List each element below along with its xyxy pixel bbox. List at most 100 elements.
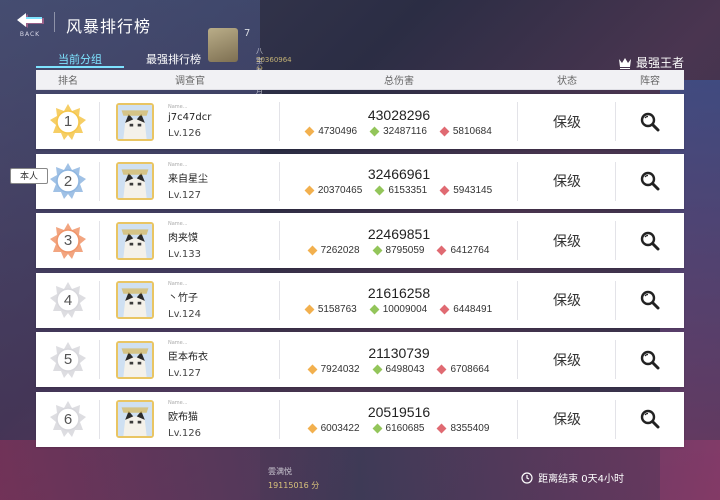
- character-portrait-icon: [118, 402, 152, 437]
- character-portrait-icon: [118, 223, 152, 258]
- investigator-cell[interactable]: Name... 丶竹子 Lv.124: [100, 273, 280, 328]
- rank-badge: 2: [48, 161, 88, 201]
- table-row: 3 Name... 肉夹馍 Lv.133 22469851 7262028 87…: [36, 213, 684, 269]
- view-lineup-button[interactable]: [616, 273, 684, 328]
- green-diamond-icon: [374, 185, 385, 196]
- player-name: 肉夹馍: [168, 233, 198, 245]
- rank-number: 2: [63, 172, 73, 190]
- orange-damage: 4730496: [304, 125, 358, 137]
- orange-damage-value: 7924032: [320, 363, 360, 375]
- magnifier-icon: [640, 112, 660, 131]
- table-row: 1 Name... j7c47dcr Lv.126 43028296 47304…: [36, 94, 684, 149]
- red-damage: 6448491: [439, 304, 492, 315]
- green-diamond-icon: [369, 126, 380, 136]
- green-damage: 6153351: [374, 185, 427, 196]
- status-cell: 保级: [518, 392, 616, 447]
- investigator-cell[interactable]: Name... 肉夹馍 Lv.133: [100, 213, 280, 268]
- green-damage-value: 8795059: [385, 244, 425, 256]
- red-damage-value: 5943145: [453, 185, 493, 197]
- avatar[interactable]: [116, 340, 154, 379]
- rank-badge: 6: [48, 399, 88, 439]
- red-diamond-icon: [437, 364, 447, 375]
- avatar[interactable]: [116, 162, 154, 201]
- orange-damage: 7924032: [307, 363, 360, 375]
- green-damage: 32487116: [369, 126, 427, 137]
- status-cell: 保级: [518, 213, 616, 268]
- green-damage-value: 10009004: [382, 304, 428, 316]
- player-name: j7c47dcr: [168, 112, 212, 123]
- tab-current-group[interactable]: 当前分组: [36, 48, 124, 68]
- investigator-cell[interactable]: Name... j7c47dcr Lv.126: [100, 94, 280, 149]
- name-label: Name...: [168, 280, 188, 287]
- character-portrait-icon: [118, 104, 152, 139]
- view-lineup-button[interactable]: [616, 154, 684, 209]
- strongest-king[interactable]: 最强王者: [618, 54, 684, 71]
- back-button[interactable]: BACK: [8, 6, 52, 42]
- total-damage: 22469851: [367, 225, 431, 242]
- rank-number: 3: [63, 232, 73, 250]
- total-damage: 32466961: [367, 166, 431, 183]
- red-damage-value: 6412764: [450, 244, 490, 256]
- orange-damage: 20370465: [304, 185, 362, 196]
- avatar[interactable]: [116, 221, 154, 260]
- player-level: Lv.126: [168, 427, 201, 439]
- orange-diamond-icon: [304, 304, 315, 315]
- orange-damage: 6003422: [307, 423, 360, 435]
- name-label: Name...: [168, 340, 188, 347]
- total-damage: 43028296: [367, 106, 431, 123]
- red-damage-value: 8355409: [450, 423, 490, 435]
- countdown-text: 距离结束 0天4小时: [538, 474, 624, 485]
- investigator-cell[interactable]: Name... 臣本布衣 Lv.127: [100, 332, 280, 387]
- investigator-cell[interactable]: Name... 欧布猫 Lv.126: [100, 392, 280, 447]
- red-diamond-icon: [437, 245, 447, 256]
- character-portrait-icon: [118, 164, 152, 199]
- view-lineup-button[interactable]: [616, 332, 684, 387]
- countdown: 距离结束 0天4小时: [521, 470, 624, 485]
- player-name: 雲满悦: [268, 467, 292, 476]
- green-diamond-icon: [369, 304, 380, 315]
- top-bar: BACK 风暴排行榜: [0, 0, 720, 44]
- player-name: 丶竹子: [168, 292, 198, 304]
- status-cell: 保级: [518, 94, 616, 149]
- investigator-cell[interactable]: Name... 来自星尘 Lv.127: [100, 154, 280, 209]
- back-arrow-icon: [17, 12, 44, 28]
- view-lineup-button[interactable]: [616, 94, 684, 149]
- tab-strongest-ranking[interactable]: 最强排行榜: [124, 48, 223, 68]
- player-level: Lv.127: [168, 368, 201, 380]
- magnifier-icon: [640, 410, 660, 429]
- view-lineup-button[interactable]: [616, 213, 684, 268]
- red-diamond-icon: [439, 185, 450, 196]
- avatar[interactable]: [116, 281, 154, 320]
- orange-damage-value: 4730496: [318, 125, 358, 137]
- red-diamond-icon: [439, 304, 450, 315]
- rank-cell: 6: [36, 392, 100, 447]
- damage-cell: 43028296 4730496 32487116 5810684: [280, 94, 518, 149]
- magnifier-icon: [640, 231, 660, 251]
- player-name: 来自星尘: [168, 173, 208, 185]
- name-label: Name...: [168, 221, 188, 228]
- tab-bar: 当前分组 最强排行榜: [36, 48, 223, 70]
- header-rank: 排名: [58, 76, 78, 87]
- header-status: 状态: [557, 76, 577, 87]
- red-damage: 5810684: [439, 125, 492, 137]
- green-diamond-icon: [372, 424, 382, 434]
- green-damage-value: 6498043: [385, 363, 425, 375]
- damage-cell: 22469851 7262028 8795059 6412764: [280, 213, 518, 268]
- view-lineup-button[interactable]: [616, 392, 684, 447]
- header-total-damage: 总伤害: [384, 76, 414, 87]
- green-diamond-icon: [372, 364, 382, 375]
- player-level: Lv.127: [168, 189, 201, 201]
- header-lineup: 阵容: [640, 76, 660, 87]
- avatar[interactable]: [116, 400, 154, 439]
- rank-cell: 4: [36, 273, 100, 328]
- damage-cell: 21616258 5158763 10009004 6448491: [280, 273, 518, 328]
- rank-number: 5: [63, 351, 73, 369]
- red-diamond-icon: [439, 126, 450, 136]
- red-damage-value: 5810684: [452, 125, 492, 137]
- rank-number: 1: [63, 113, 73, 130]
- avatar[interactable]: [116, 102, 154, 141]
- title-divider: [54, 12, 55, 32]
- rank-badge: 5: [48, 340, 88, 380]
- name-label: Name...: [168, 399, 188, 406]
- orange-damage-value: 6003422: [320, 423, 360, 435]
